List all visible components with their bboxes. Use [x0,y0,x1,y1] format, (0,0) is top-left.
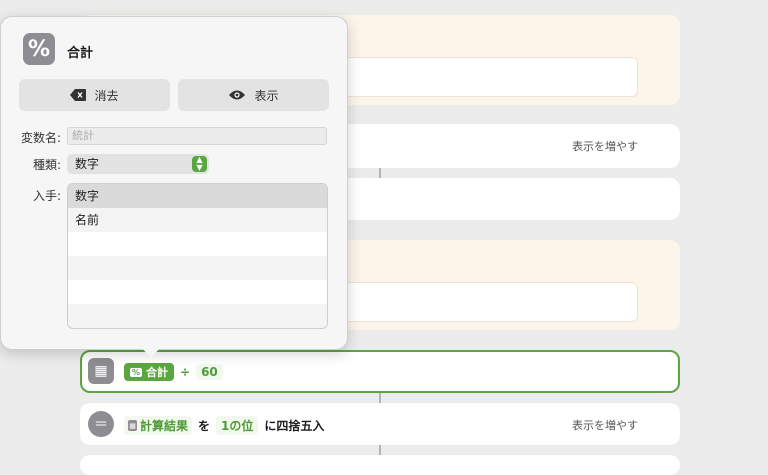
place-field[interactable]: 1の位 [216,416,259,435]
round-verb-text: に四捨五入 [264,419,325,433]
connector-line-1 [379,168,381,178]
calculate-action-card[interactable]: ▦ % 合計 ÷ 60 [80,350,680,393]
action-card-next[interactable] [80,455,680,475]
round-action-card[interactable]: ＝ ▦ 計算結果 を 1の位 に四捨五入 表示を増やす [80,403,680,445]
show-button-label: 表示 [254,88,279,103]
show-button[interactable]: 表示 [178,79,329,111]
delete-backward-icon [70,89,87,101]
operator-text[interactable]: ÷ [180,365,190,379]
get-property-list[interactable]: 数字 名前 [67,183,328,329]
get-label: 入手: [32,189,61,203]
eye-icon [229,90,246,100]
calc-result-label: 計算結果 [140,419,189,433]
list-item-empty [68,232,327,256]
connector-line-3 [379,445,381,455]
list-item-empty [68,280,327,304]
list-item-name[interactable]: 名前 [68,208,327,232]
type-select-value: 数字 [75,157,100,171]
show-more-link-1[interactable]: 表示を増やす [572,138,638,154]
variable-name-input[interactable]: 統計 [67,127,327,145]
list-item-empty [68,304,327,328]
list-item-number[interactable]: 数字 [68,184,327,208]
type-select[interactable]: 数字 ▲ ▼ [67,154,209,174]
connector-line-2 [379,393,381,403]
variable-popover: % 合計 消去 表示 変数名: 統計 種類: 数字 ▲ ▼ 入手: 数字 名前 [0,16,348,350]
type-label: 種類: [32,158,61,172]
operand-field[interactable]: 60 [196,364,223,380]
variable-pill-total[interactable]: % 合計 [124,363,175,381]
popover-arrow [142,348,160,358]
calculator-mini-icon: ▦ [128,420,137,431]
percent-icon: % [23,33,55,65]
particle-text: を [198,419,211,433]
show-more-link-2[interactable]: 表示を増やす [572,417,638,433]
round-equals-icon: ＝ [88,411,114,437]
variable-pill-label: 合計 [146,366,169,379]
chevron-up-down-icon: ▲ ▼ [192,156,207,172]
popover-title: 合計 [67,46,94,61]
variable-calc-result[interactable]: ▦ 計算結果 [124,416,193,435]
percent-icon: % [130,367,143,377]
calculator-icon: ▦ [88,358,114,384]
clear-button[interactable]: 消去 [19,79,170,111]
clear-button-label: 消去 [94,88,119,103]
list-item-empty [68,256,327,280]
variable-name-label: 変数名: [20,131,61,145]
